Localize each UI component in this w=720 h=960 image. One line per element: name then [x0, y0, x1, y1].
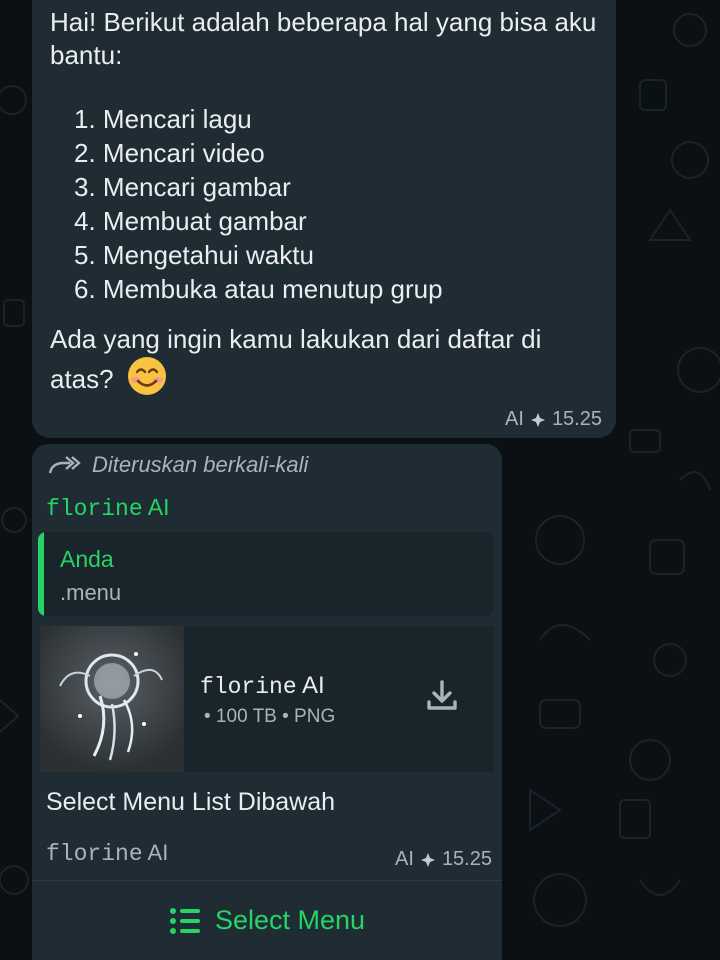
list-icon [169, 907, 200, 934]
message-bubble-menu-options[interactable]: Hai! Berikut adalah beberapa hal yang bi… [32, 0, 616, 438]
message-caption: Select Menu List Dibawah [46, 788, 336, 816]
sparkle-icon [420, 852, 435, 867]
forwarded-text: Diteruskan berkali-kali [92, 452, 309, 477]
select-menu-button[interactable]: Select Menu [32, 880, 502, 960]
message-intro-text: Hai! Berikut adalah beberapa hal yang bi… [50, 7, 597, 70]
message-bubble-forwarded[interactable]: Diteruskan berkali-kali florine AI Anda … [32, 444, 502, 880]
list-item: 2. Mencari video [74, 138, 265, 168]
footer-name-suffix: AI [147, 840, 169, 865]
document-title: florine AI [200, 672, 325, 700]
document-thumbnail [40, 626, 184, 772]
ai-label: AI [505, 408, 524, 430]
sparkle-icon [530, 412, 545, 427]
document-meta: • 100 TB • PNG [204, 706, 336, 727]
ai-label: AI [395, 848, 414, 870]
select-menu-label: Select Menu [214, 905, 366, 935]
download-icon[interactable] [424, 678, 460, 714]
message-meta: AI 15.25 [395, 848, 492, 871]
message-time: 15.25 [441, 848, 492, 870]
sender-name-suffix: AI [147, 494, 170, 520]
list-item: 4. Membuat gambar [74, 206, 307, 236]
list-item: 5. Mengetahui waktu [74, 240, 314, 270]
document-title-suffix: AI [301, 672, 325, 699]
message-time: 15.25 [551, 408, 602, 430]
forwarded-label: Diteruskan berkali-kali [48, 452, 308, 478]
quote-accent-bar [38, 532, 44, 616]
list-item: 6. Membuka atau menutup grup [74, 274, 443, 304]
list-item: 1. Mencari lagu [74, 104, 252, 134]
forwarded-many-icon [48, 456, 81, 474]
footer-sender-name: florine AI [46, 840, 168, 867]
sender-name[interactable]: florine AI [46, 494, 169, 522]
document-attachment[interactable]: florine AI • 100 TB • PNG [40, 626, 494, 772]
quoted-message[interactable]: Anda .menu [38, 532, 494, 616]
quoted-text: .menu [60, 580, 122, 605]
list-item: 3. Mencari gambar [74, 172, 291, 202]
message-meta: AI 15.25 [505, 408, 602, 431]
smiling-face-emoji-icon [127, 357, 166, 395]
quoted-sender: Anda [60, 546, 114, 572]
footer-name-mono: florine [46, 841, 143, 867]
document-title-mono: florine [200, 674, 297, 700]
message-question: Ada yang ingin kamu lakukan dari daftar … [50, 322, 586, 396]
options-list: 1. Mencari lagu 2. Mencari video 3. Menc… [74, 102, 443, 306]
question-text: Ada yang ingin kamu lakukan dari daftar … [50, 324, 542, 394]
sender-name-mono: florine [46, 496, 143, 522]
